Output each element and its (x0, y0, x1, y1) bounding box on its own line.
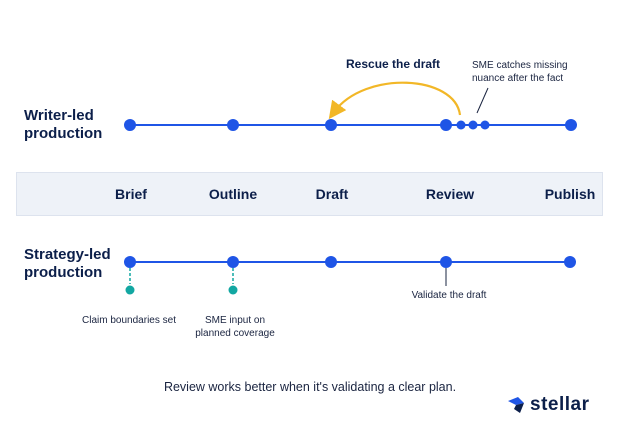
strategy-node-outline (227, 256, 239, 268)
claim-teal-node (125, 285, 135, 295)
writer-node-outline (227, 119, 239, 131)
sme-input-line-2: planned coverage (195, 328, 275, 339)
sme-catches-line-2: nuance after the fact (472, 73, 564, 84)
sme-input-label: SME input on planned coverage (195, 314, 275, 340)
writer-node-sme-1 (456, 120, 466, 130)
writer-node-sme-2 (468, 120, 478, 130)
sme-catches-label: SME catches missing nuance after the fac… (472, 59, 568, 85)
writer-node-publish (565, 119, 577, 131)
sme-input-line-1: SME input on (204, 315, 266, 326)
writer-node-review (440, 119, 452, 131)
stellar-wordmark: stellar (530, 394, 590, 415)
stellar-logo-icon (508, 397, 524, 413)
rescue-the-draft-label: Rescue the draft (346, 57, 441, 71)
validate-the-draft-label: Validate the draft (411, 290, 487, 301)
sme-pointer-line (476, 87, 489, 114)
strategy-node-publish (564, 256, 576, 268)
rescue-arrow (328, 81, 462, 120)
claim-boundaries-label: Claim boundaries set (82, 315, 176, 326)
caption: Review works better when it's validating… (163, 380, 457, 394)
writer-node-sme-3 (480, 120, 490, 130)
diagram-canvas: Writer-led production Strategy-led produ… (0, 0, 620, 440)
writer-node-brief (124, 119, 136, 131)
sme-catches-line-1: SME catches missing (472, 60, 568, 71)
strategy-node-brief (124, 256, 136, 268)
strategy-node-draft (325, 256, 337, 268)
stellar-logo: stellar (506, 394, 589, 416)
strategy-node-review (440, 256, 452, 268)
writer-node-draft (325, 119, 337, 131)
sme-input-teal-node (228, 285, 238, 295)
